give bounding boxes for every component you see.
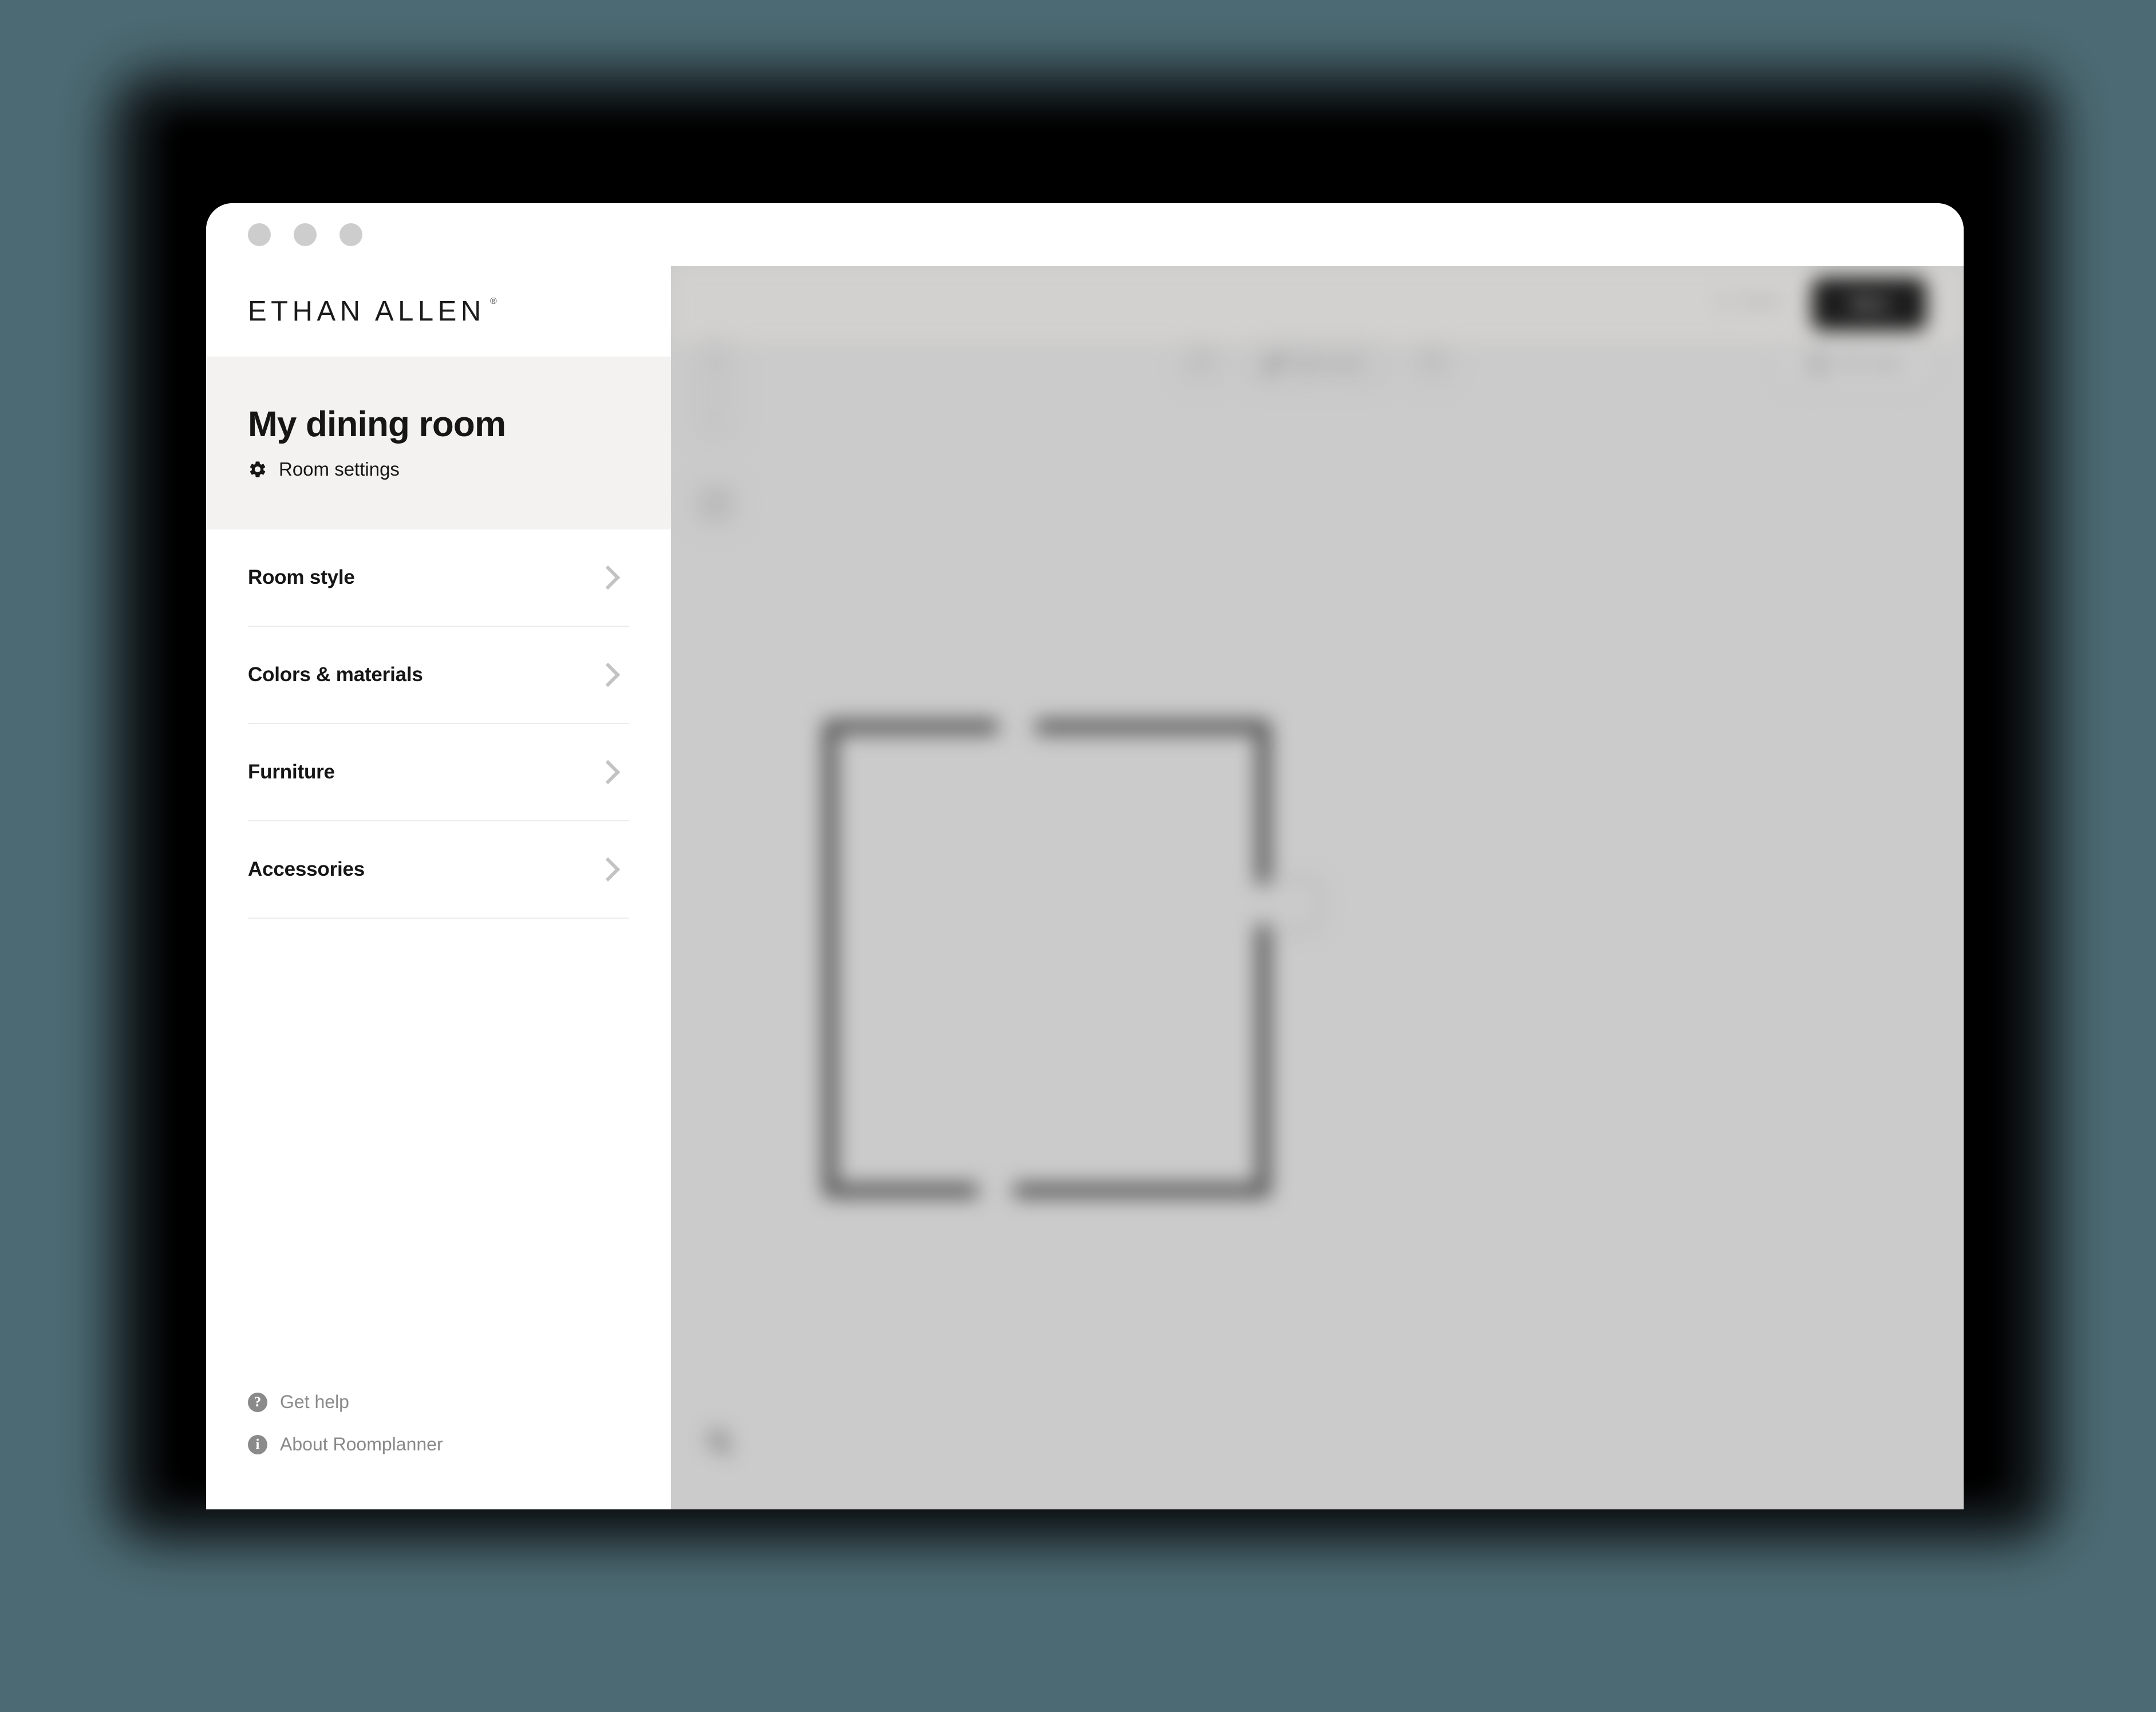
app-window: ETHAN ALLEN ® My dining room Room settin… [206, 203, 1964, 1509]
window-close-button[interactable] [248, 223, 271, 246]
page-title: My dining room [248, 405, 506, 445]
registered-trademark-icon: ® [489, 296, 497, 306]
window-maximize-button[interactable] [339, 223, 362, 246]
sidebar-item-colors-materials[interactable]: Colors & materials [248, 627, 629, 724]
measure-tool-button[interactable] [696, 1418, 740, 1461]
chevron-right-icon [595, 662, 621, 687]
sidebar-item-label: Accessories [248, 858, 365, 880]
room-settings-button[interactable]: Room settings [248, 458, 400, 480]
sidebar-nav-list: Room style Colors & materials Furniture … [206, 529, 671, 919]
sidebar-item-label: Room style [248, 566, 355, 588]
chevron-right-icon [595, 760, 621, 785]
room-settings-label: Room settings [279, 458, 400, 480]
gear-icon [250, 461, 266, 477]
sidebar-item-furniture[interactable]: Furniture [248, 724, 629, 821]
sidebar: ETHAN ALLEN ® My dining room Room settin… [206, 266, 671, 1509]
sidebar-footer: ? Get help i About Roomplanner [206, 1391, 671, 1509]
room-header-band: My dining room Room settings [206, 357, 671, 529]
brand-name: ETHAN ALLEN [248, 296, 485, 327]
chevron-right-icon [595, 857, 621, 882]
sidebar-item-room-style[interactable]: Room style [248, 529, 629, 627]
sidebar-item-accessories[interactable]: Accessories [248, 821, 629, 919]
get-help-link[interactable]: ? Get help [248, 1391, 349, 1413]
ethan-allen-logo[interactable]: ETHAN ALLEN ® [248, 295, 497, 327]
canvas-blurred-layer: Save Next + − ↶ Edit room ↷ 3D view [671, 266, 1964, 1509]
measure-icon [708, 1430, 728, 1449]
info-circle-icon: i [248, 1434, 267, 1454]
get-help-label: Get help [280, 1391, 349, 1412]
about-roomplanner-label: About Roomplanner [280, 1434, 443, 1454]
floorplan-drawing [823, 719, 1325, 1198]
window-titlebar [206, 203, 1964, 266]
window-minimize-button[interactable] [294, 223, 317, 246]
chevron-right-icon [595, 565, 621, 590]
door-swing-arc [1266, 876, 1325, 932]
window-body: ETHAN ALLEN ® My dining room Room settin… [206, 266, 1964, 1509]
floorplan-canvas[interactable]: Save Next + − ↶ Edit room ↷ 3D view [671, 266, 1964, 1509]
about-roomplanner-link[interactable]: i About Roomplanner [248, 1434, 443, 1455]
sidebar-item-label: Colors & materials [248, 663, 423, 686]
sidebar-item-label: Furniture [248, 761, 335, 783]
brand-bar: ETHAN ALLEN ® [206, 266, 671, 357]
help-circle-icon: ? [248, 1392, 267, 1412]
